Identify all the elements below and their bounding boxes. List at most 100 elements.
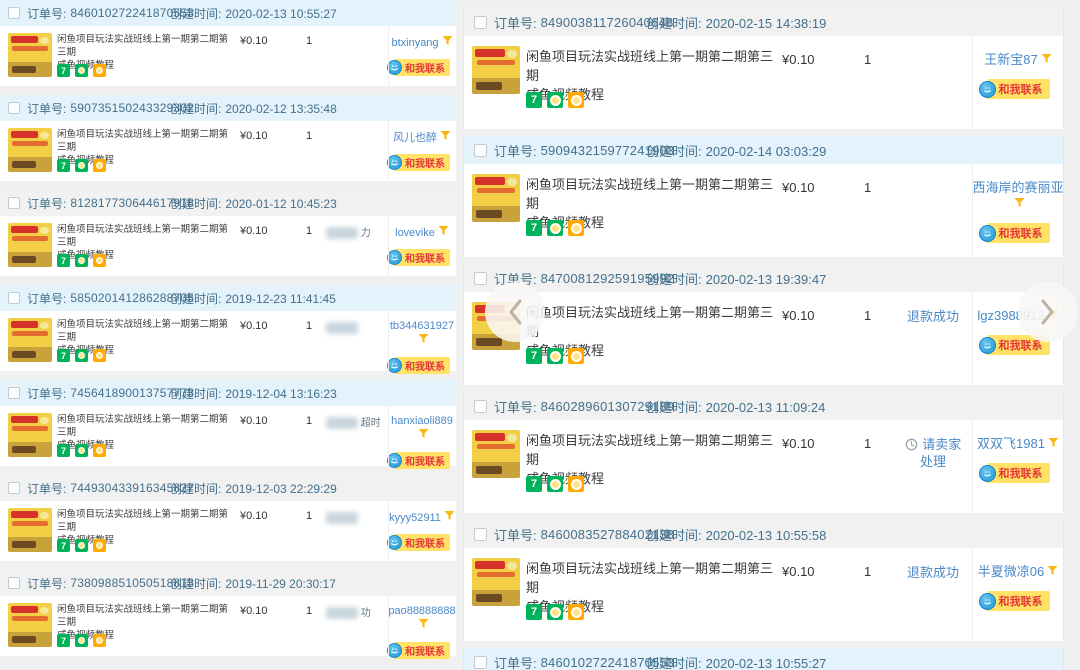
funnel-icon[interactable] [1047, 564, 1058, 580]
funnel-icon[interactable] [1041, 52, 1052, 68]
order-status[interactable]: 功 [326, 605, 384, 622]
product-thumbnail[interactable] [8, 223, 52, 267]
contact-seller-button[interactable]: 和我联系 [394, 452, 450, 469]
order-status[interactable] [326, 320, 384, 337]
order-no-label: 订单号: [27, 575, 66, 592]
buyer-cell: 风儿也醉 和我联系 [388, 121, 456, 181]
order-status[interactable]: 请卖家处理 [901, 436, 965, 470]
quantity-value: 1 [864, 52, 871, 67]
contact-seller-button[interactable]: 和我联系 [394, 357, 450, 374]
funnel-icon[interactable] [418, 428, 429, 443]
product-thumbnail[interactable] [8, 603, 52, 647]
buyer-name-link[interactable]: 风儿也醉 [393, 132, 437, 144]
created-value: 2020-02-13 10:55:27 [706, 656, 827, 670]
buyer-name-link[interactable]: 半夏微凉06 [978, 564, 1044, 579]
order-card: 订单号: 846028960130729189 创建时间:2020-02-13 … [463, 392, 1064, 513]
buyer-name-link[interactable]: 王新宝87 [984, 52, 1037, 67]
price-value: ¥0.10 [240, 605, 268, 617]
order-card: 订单号: 846010272241870553 创建时间:2020-02-13 … [463, 648, 1064, 670]
buyer-name-link[interactable]: pao88888888 [388, 605, 455, 617]
contact-seller-button[interactable]: 和我联系 [987, 463, 1050, 483]
quantity-value: 1 [864, 180, 871, 195]
funnel-icon[interactable] [418, 618, 429, 633]
carousel-next-button[interactable] [1018, 282, 1078, 342]
product-thumbnail[interactable] [8, 413, 52, 457]
product-thumbnail[interactable] [8, 128, 52, 172]
funnel-icon[interactable] [444, 510, 455, 525]
order-checkbox[interactable] [474, 656, 487, 669]
order-checkbox[interactable] [474, 400, 487, 413]
guarantee-ring [78, 67, 85, 74]
order-body: 闲鱼项目玩法实战班线上第一期第二期第三期 咸鱼视频教程 7 ¥0.10 1 超时… [0, 406, 456, 466]
order-checkbox[interactable] [8, 387, 20, 399]
product-thumbnail[interactable] [472, 430, 520, 478]
funnel-icon[interactable] [1014, 196, 1025, 212]
order-checkbox[interactable] [8, 102, 20, 114]
order-checkbox[interactable] [474, 16, 487, 29]
product-thumbnail[interactable] [472, 174, 520, 222]
thumbnail-art [12, 521, 47, 525]
service-badge-gold-icon [93, 254, 106, 267]
buyer-name-link[interactable]: 双双飞1981 [977, 436, 1045, 451]
price-value: ¥0.10 [240, 415, 268, 427]
contact-label: 和我联系 [999, 81, 1043, 97]
funnel-icon[interactable] [440, 130, 451, 145]
service-badge-gold-icon [93, 539, 106, 552]
product-thumbnail[interactable] [8, 318, 52, 362]
buyer-name-link[interactable]: tb344631927 [390, 320, 454, 332]
wangwang-icon [387, 643, 402, 658]
order-status[interactable]: 超时 [326, 415, 384, 432]
contact-seller-button[interactable]: 和我联系 [394, 249, 450, 266]
quantity-value: 1 [306, 605, 312, 617]
order-checkbox[interactable] [8, 292, 20, 304]
wangwang-icon [979, 81, 996, 98]
funnel-icon[interactable] [438, 225, 449, 240]
contact-seller-button[interactable]: 和我联系 [394, 59, 450, 76]
order-header: 订单号: 847008129259195992 创建时间:2020-02-13 … [464, 264, 1063, 292]
order-checkbox[interactable] [8, 482, 20, 494]
buyer-name-link[interactable]: lovevike [395, 227, 435, 239]
service-badges: 7 [57, 64, 106, 77]
order-checkbox[interactable] [474, 144, 487, 157]
product-thumbnail[interactable] [8, 508, 52, 552]
order-header: 订单号: 744930433916345827 创建时间:2019-12-03 … [0, 475, 456, 501]
carousel-prev-button[interactable] [485, 282, 545, 342]
order-status[interactable]: 退款成功 [901, 564, 965, 581]
contact-seller-button[interactable]: 和我联系 [394, 534, 450, 551]
status-blur [326, 417, 358, 429]
order-header: 订单号: 849003811726040648 创建时间:2020-02-15 … [464, 8, 1063, 36]
buyer-name-link[interactable]: btxinyang [391, 37, 438, 49]
funnel-icon[interactable] [1048, 436, 1059, 452]
buyer-name-link[interactable]: kyyy52911 [389, 512, 441, 524]
contact-seller-button[interactable]: 和我联系 [987, 79, 1050, 99]
product-thumbnail[interactable] [472, 558, 520, 606]
order-status[interactable] [326, 510, 384, 527]
product-thumbnail[interactable] [8, 33, 52, 77]
buyer-name-link[interactable]: 西海岸的赛丽亚 [972, 180, 1063, 195]
quantity-value: 1 [306, 130, 312, 142]
funnel-icon[interactable] [418, 333, 429, 348]
order-checkbox[interactable] [8, 197, 20, 209]
order-checkbox[interactable] [8, 577, 20, 589]
order-status[interactable]: 退款成功 [901, 308, 965, 325]
service-badge-gold-icon [93, 634, 106, 647]
service-badge-7day-icon: 7 [526, 348, 542, 364]
thumbnail-art [12, 256, 36, 264]
product-thumbnail[interactable] [472, 46, 520, 94]
order-checkbox[interactable] [474, 528, 487, 541]
order-checkbox[interactable] [474, 272, 487, 285]
contact-seller-button[interactable]: 和我联系 [394, 642, 450, 659]
order-status[interactable]: 力 [326, 225, 384, 242]
service-badge-guarantee-icon [547, 604, 563, 620]
order-checkbox[interactable] [8, 7, 20, 19]
buyer-name-link[interactable]: hanxiaoli889 [391, 415, 453, 427]
contact-seller-button[interactable]: 和我联系 [987, 223, 1050, 243]
buyer-line: 双双飞1981 [977, 436, 1059, 452]
funnel-icon[interactable] [442, 35, 453, 50]
quantity-value: 1 [306, 415, 312, 427]
created-value: 2020-02-13 19:39:47 [706, 272, 827, 287]
contact-seller-button[interactable]: 和我联系 [987, 591, 1050, 611]
status-blur [326, 512, 358, 524]
contact-seller-button[interactable]: 和我联系 [394, 154, 450, 171]
guarantee-ring [550, 95, 561, 106]
